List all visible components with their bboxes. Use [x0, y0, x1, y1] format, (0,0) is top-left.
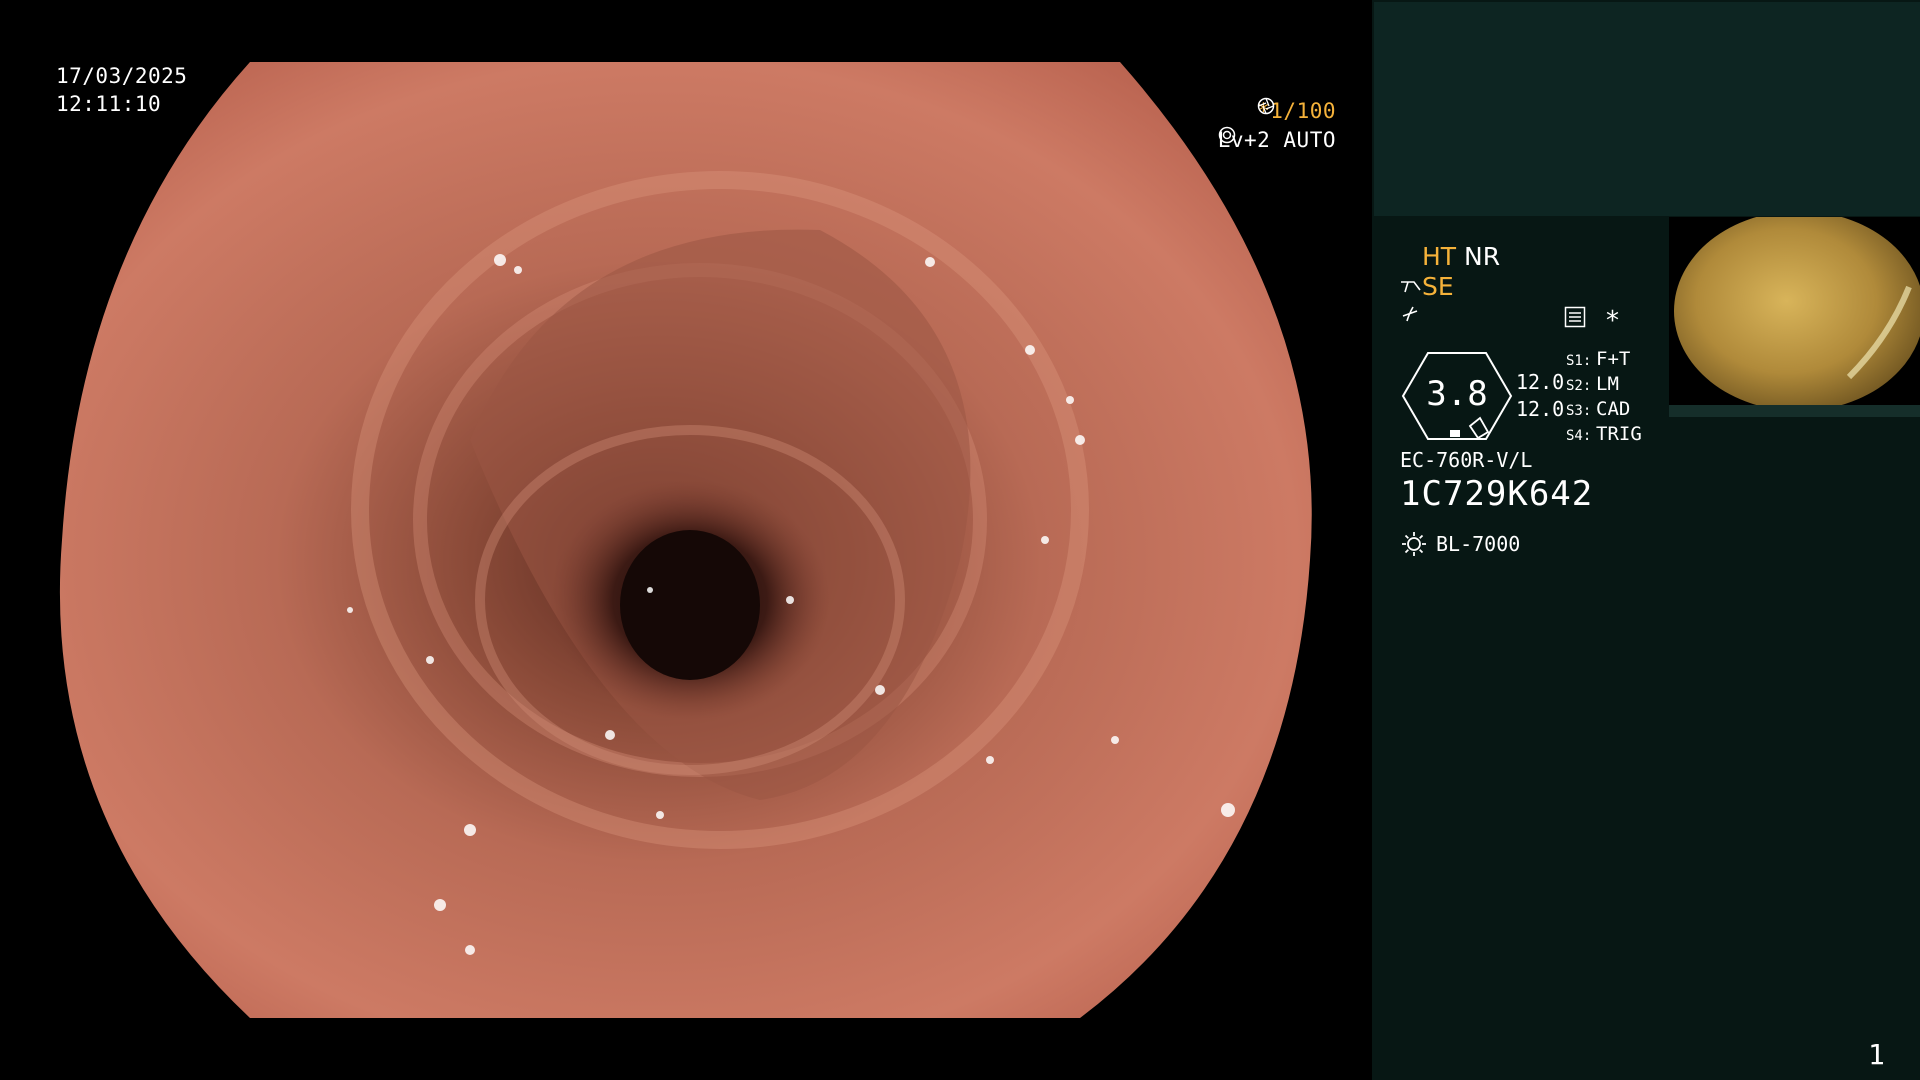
- ht-nr-indicator: HT NR: [1422, 242, 1500, 271]
- scope-serial-number: 1C729K642: [1400, 474, 1594, 514]
- zoom-badge: 3.8: [1400, 350, 1514, 442]
- zoom-setting-b: 12.0: [1516, 397, 1565, 421]
- endoscopy-screen: 17/03/2025 12:11:10 *1/100 Lv+2 AUTO HT …: [0, 0, 1920, 1080]
- switch-row: S2: LM: [1566, 373, 1619, 395]
- switch-row: S1: F+T: [1566, 348, 1631, 370]
- exposure-level-readout: Lv+2 AUTO: [1218, 126, 1336, 154]
- secondary-thumbnail[interactable]: [1669, 217, 1920, 417]
- switch-row: S4: TRIG: [1566, 423, 1642, 445]
- thumbnail-image: [1669, 217, 1920, 411]
- scope-switch-assignments: S1: F+T S2: LM S3: CAD S4: TRIG: [1566, 348, 1642, 448]
- list-menu-icon: [1564, 306, 1586, 328]
- page-number: 1: [1868, 1038, 1885, 1071]
- auto-exposure-icon: [1218, 126, 1235, 144]
- se-indicator: SE: [1400, 272, 1454, 301]
- autofocus-icon: [1402, 306, 1418, 322]
- endoscope-image: [59, 62, 1312, 1018]
- list-menu-indicator: [1564, 306, 1586, 334]
- scope-tip-icon: [1401, 281, 1421, 293]
- light-source-sun-icon: [1402, 532, 1426, 556]
- date-text: 17/03/2025: [56, 64, 188, 88]
- autofocus-indicator: [1400, 302, 1420, 330]
- se-label: SE: [1422, 272, 1454, 301]
- aperture-icon: [1257, 97, 1275, 115]
- switch-row: S3: CAD: [1566, 398, 1631, 420]
- datetime-readout: 17/03/2025 12:11:10: [56, 62, 187, 118]
- zoom-value: 3.8: [1426, 374, 1488, 414]
- endoscope-main-view: 17/03/2025 12:11:10 *1/100 Lv+2 AUTO: [0, 0, 1372, 1080]
- light-source-label: BL-7000: [1436, 532, 1521, 556]
- asterisk-indicator: *: [1606, 306, 1619, 336]
- time-text: 12:11:10: [56, 92, 162, 116]
- shutter-readout: *1/100: [1257, 97, 1336, 125]
- zoom-setting-a: 12.0: [1516, 370, 1565, 394]
- info-panel: HT NR SE * 3.8 12.0 12.0 S1: F+T S2: LM …: [1372, 0, 1920, 1080]
- scope-model: EC-760R-V/L: [1400, 448, 1533, 472]
- light-source: BL-7000: [1400, 530, 1520, 558]
- thumbnail-status-bar: [1669, 405, 1920, 417]
- ht-label: HT: [1422, 242, 1457, 271]
- panel-header-area: [1374, 2, 1920, 216]
- nr-label: NR: [1464, 242, 1501, 271]
